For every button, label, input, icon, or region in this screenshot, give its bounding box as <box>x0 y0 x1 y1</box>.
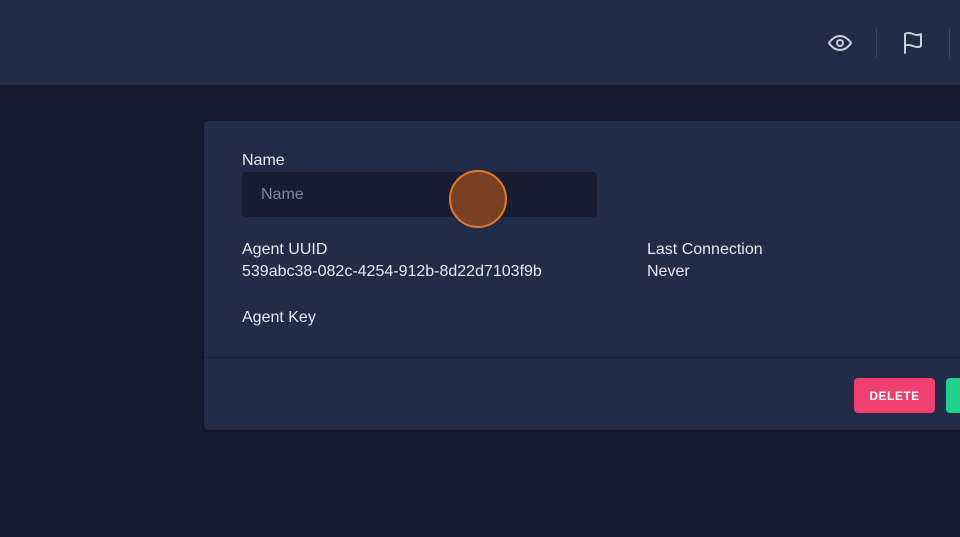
last-connection-label: Last Connection <box>647 241 763 258</box>
agent-uuid-value: 539abc38-082c-4254-912b-8d22d7103f9b <box>242 263 542 280</box>
name-label: Name <box>242 152 285 169</box>
agent-uuid-label: Agent UUID <box>242 241 328 258</box>
agent-details-card: Name Agent UUID 539abc38-082c-4254-912b-… <box>204 121 960 430</box>
save-button[interactable] <box>946 378 960 413</box>
card-footer: DELETE <box>204 357 960 431</box>
last-connection-value: Never <box>647 263 690 280</box>
name-input[interactable] <box>242 172 597 217</box>
toolbar-divider <box>949 28 950 58</box>
eye-icon[interactable] <box>822 25 858 61</box>
agent-key-label: Agent Key <box>242 309 316 326</box>
flag-icon[interactable] <box>895 25 931 61</box>
top-bar <box>0 0 960 85</box>
toolbar-divider <box>876 28 877 58</box>
delete-button[interactable]: DELETE <box>854 378 935 413</box>
